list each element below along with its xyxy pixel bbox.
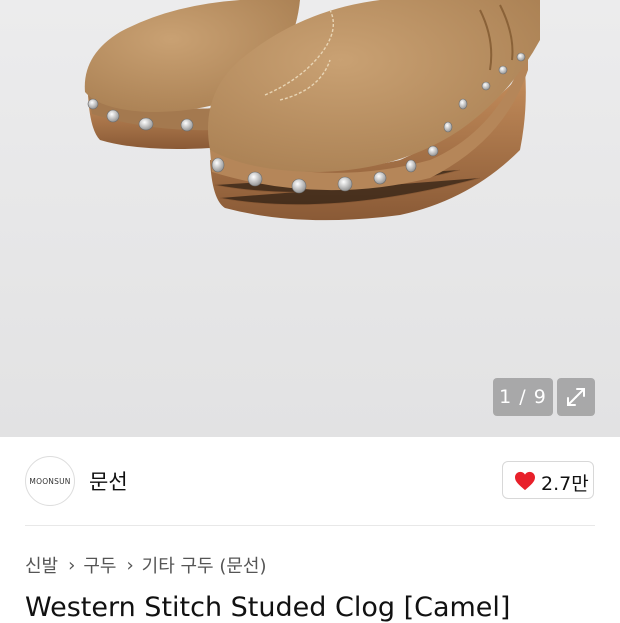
heart-icon bbox=[515, 471, 535, 491]
like-count: 2.7만 bbox=[541, 473, 589, 495]
breadcrumb-item-other-dress-shoes[interactable]: 기타 구두 (문선) bbox=[142, 552, 267, 578]
chevron-right-icon: › bbox=[68, 554, 76, 576]
like-button[interactable]: 2.7만 bbox=[502, 461, 594, 499]
brand-logo-text: MOONSUN bbox=[29, 477, 71, 486]
expand-icon bbox=[567, 388, 585, 406]
brand-logo[interactable]: MOONSUN bbox=[25, 456, 75, 506]
brand-name[interactable]: 문선 bbox=[89, 466, 128, 496]
product-image bbox=[84, 0, 540, 221]
chevron-right-icon: › bbox=[126, 554, 134, 576]
breadcrumb-item-dress-shoes[interactable]: 구두 bbox=[83, 552, 116, 578]
breadcrumb: 신발 › 구두 › 기타 구두 (문선) bbox=[25, 552, 267, 578]
image-counter: 1 / 9 bbox=[493, 378, 553, 416]
breadcrumb-item-shoes[interactable]: 신발 bbox=[25, 552, 58, 578]
product-title: Western Stitch Studed Clog [Camel] bbox=[25, 592, 511, 623]
brand-row: MOONSUN 문선 2.7만 bbox=[0, 437, 620, 525]
product-image-gallery[interactable]: 1 / 9 bbox=[0, 0, 620, 437]
divider bbox=[25, 525, 595, 526]
expand-button[interactable] bbox=[557, 378, 595, 416]
